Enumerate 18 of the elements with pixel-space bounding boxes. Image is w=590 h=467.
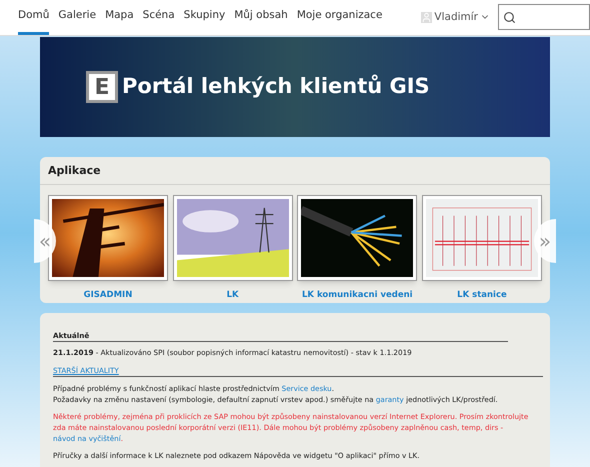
user-menu[interactable]: Vladimír bbox=[421, 10, 490, 26]
app-link[interactable]: GISADMIN bbox=[84, 289, 132, 302]
nav-tab[interactable]: Moje organizace bbox=[296, 4, 382, 35]
search-field[interactable] bbox=[498, 4, 590, 30]
app-link[interactable]: LK komunikacni vedeni bbox=[302, 289, 413, 302]
logo: E bbox=[86, 71, 118, 104]
search-icon bbox=[503, 10, 516, 24]
nav-tab[interactable]: Skupiny bbox=[184, 4, 226, 35]
user-avatar-icon bbox=[421, 12, 432, 23]
nav-tab[interactable]: Mapa bbox=[105, 4, 134, 35]
app-link[interactable]: LK stanice bbox=[457, 289, 507, 302]
nav-tab[interactable]: Scéna bbox=[142, 4, 175, 35]
nav-tab[interactable]: Domů bbox=[18, 4, 50, 35]
panel-title: Aplikace bbox=[48, 162, 101, 179]
app-link[interactable]: LK bbox=[226, 289, 239, 302]
nav-tab[interactable]: Můj obsah bbox=[234, 4, 288, 35]
banner-title: Portál lehkých klientů GIS bbox=[122, 73, 430, 100]
nav-tab[interactable]: Galerie bbox=[58, 4, 96, 35]
